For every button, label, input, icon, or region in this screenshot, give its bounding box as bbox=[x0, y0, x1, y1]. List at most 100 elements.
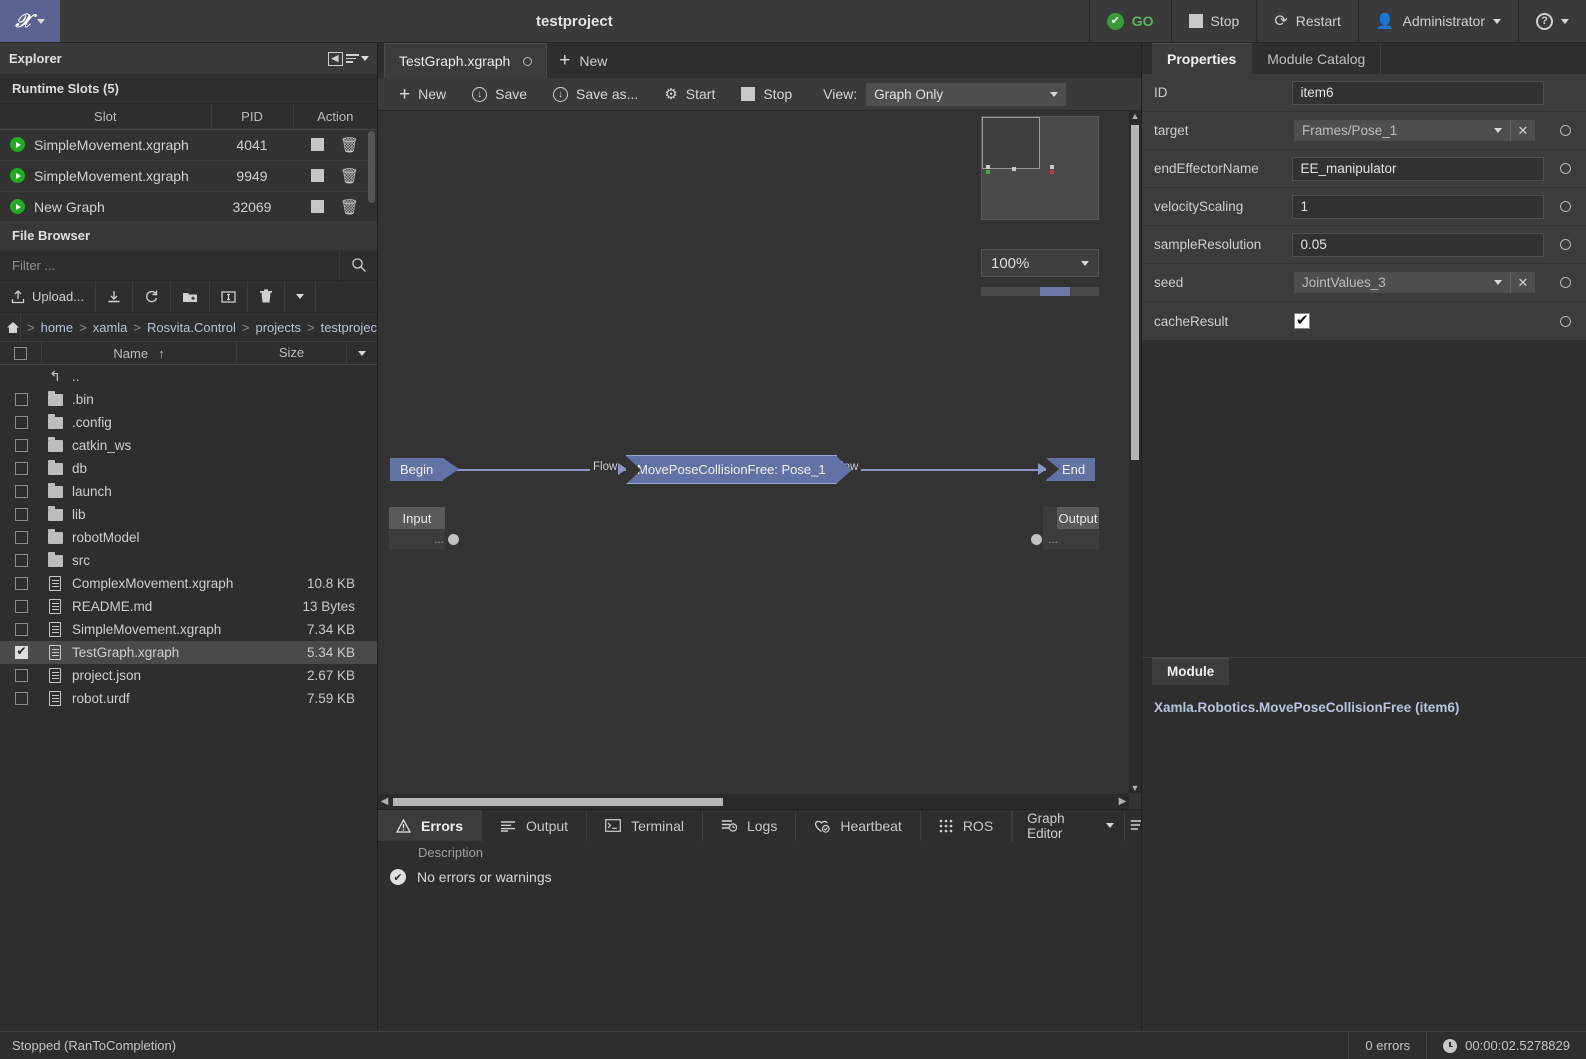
file-checkbox[interactable] bbox=[0, 416, 42, 429]
stop-button[interactable]: Stop bbox=[1170, 0, 1257, 43]
scroll-right-icon[interactable]: ▶ bbox=[1116, 796, 1129, 807]
go-button[interactable]: ✔ GO bbox=[1088, 0, 1171, 43]
graph-start-button[interactable]: ⚙ Start bbox=[651, 78, 728, 111]
list-item[interactable]: README.md 13 Bytes bbox=[0, 595, 377, 618]
tab-properties[interactable]: Properties bbox=[1152, 43, 1253, 74]
rename-button[interactable] bbox=[210, 281, 249, 312]
property-link-icon[interactable] bbox=[1559, 163, 1571, 174]
tab-ros[interactable]: ROS bbox=[921, 810, 1013, 841]
file-checkbox[interactable] bbox=[0, 531, 42, 544]
graph-canvas[interactable]: 100% Flow Flow Begin MovePoseCollisionFr… bbox=[378, 111, 1129, 793]
file-checkbox[interactable] bbox=[0, 577, 42, 590]
refresh-button[interactable] bbox=[133, 281, 172, 312]
list-item[interactable]: .bin bbox=[0, 388, 377, 411]
table-row[interactable]: SimpleMovement.xgraph 9949 🗑 bbox=[0, 160, 377, 192]
horizontal-scroll-thumb[interactable] bbox=[393, 797, 723, 806]
list-item[interactable]: robot.urdf 7.59 KB bbox=[0, 687, 377, 710]
file-columns-menu[interactable] bbox=[347, 341, 377, 365]
tab-terminal[interactable]: Terminal bbox=[587, 810, 703, 841]
list-item[interactable]: catkin_ws bbox=[0, 434, 377, 457]
view-mode-select[interactable]: Graph Only bbox=[866, 82, 1067, 106]
list-item[interactable]: lib bbox=[0, 503, 377, 526]
tab-module[interactable]: Module bbox=[1152, 657, 1230, 685]
output-port-icon[interactable] bbox=[1031, 533, 1042, 545]
clear-seed-button[interactable]: ✕ bbox=[1510, 272, 1535, 293]
stop-slot-icon[interactable] bbox=[310, 200, 324, 214]
canvas-horizontal-scrollbar[interactable]: ◀ ▶ bbox=[378, 794, 1129, 809]
tab-heartbeat[interactable]: Heartbeat bbox=[796, 810, 921, 841]
property-link-icon[interactable] bbox=[1559, 201, 1571, 212]
home-button[interactable] bbox=[6, 313, 21, 341]
graph-node-output[interactable]: Output ... bbox=[1031, 507, 1099, 549]
property-checkbox-cacheresult[interactable] bbox=[1294, 311, 1310, 329]
tab-module-catalog[interactable]: Module Catalog bbox=[1252, 43, 1382, 74]
file-checkbox[interactable] bbox=[0, 600, 42, 613]
play-icon[interactable] bbox=[10, 199, 25, 214]
list-item[interactable]: ↰.. bbox=[0, 365, 377, 388]
breadcrumb-item-home[interactable]: home bbox=[41, 320, 74, 335]
list-item[interactable]: launch bbox=[0, 480, 377, 503]
explorer-menu-button[interactable] bbox=[345, 48, 369, 70]
canvas-vertical-scrollbar[interactable]: ▲ ▼ bbox=[1129, 111, 1141, 793]
delete-button[interactable] bbox=[248, 281, 286, 312]
list-item[interactable]: db bbox=[0, 457, 377, 480]
list-item[interactable]: .config bbox=[0, 411, 377, 434]
vertical-scroll-thumb[interactable] bbox=[1131, 125, 1139, 460]
property-link-icon[interactable] bbox=[1559, 277, 1571, 288]
delete-slot-icon[interactable]: 🗑 bbox=[340, 198, 359, 216]
column-header-pid[interactable]: PID bbox=[211, 104, 294, 130]
column-header-size[interactable]: Size bbox=[237, 341, 347, 365]
download-button[interactable] bbox=[96, 281, 134, 312]
modified-indicator-icon[interactable] bbox=[523, 56, 533, 66]
column-header-slot[interactable]: Slot bbox=[0, 104, 212, 130]
play-icon[interactable] bbox=[10, 168, 25, 183]
graph-save-button[interactable]: ↓ Save bbox=[459, 78, 540, 111]
list-item[interactable]: src bbox=[0, 549, 377, 572]
file-checkbox[interactable] bbox=[0, 393, 42, 406]
property-combo-seed[interactable]: JointValues_3 bbox=[1294, 272, 1510, 293]
table-row[interactable]: New Graph 32069 🗑 bbox=[0, 191, 377, 221]
property-input-endeffectorname[interactable] bbox=[1292, 156, 1545, 181]
collapse-panel-button[interactable]: ◀ bbox=[324, 48, 346, 70]
breadcrumb-item-xamla[interactable]: xamla bbox=[93, 320, 128, 335]
property-link-icon[interactable] bbox=[1559, 125, 1571, 136]
editor-tab-testgraph[interactable]: TestGraph.xgraph bbox=[384, 43, 548, 78]
table-row[interactable]: SimpleMovement.xgraph 4041 🗑 bbox=[0, 129, 377, 161]
tab-errors[interactable]: Errors bbox=[378, 810, 483, 841]
status-errors[interactable]: 0 errors bbox=[1348, 1031, 1426, 1059]
graph-node-input[interactable]: Input ... bbox=[389, 507, 459, 549]
file-checkbox[interactable] bbox=[0, 462, 42, 475]
file-checkbox[interactable] bbox=[0, 692, 42, 705]
property-link-icon[interactable] bbox=[1559, 315, 1571, 327]
search-button[interactable] bbox=[339, 249, 377, 281]
column-header-name[interactable]: Name ↑ bbox=[42, 341, 237, 365]
graph-node-moveposecollisionfree[interactable]: MovePoseCollisionFree: Pose_1 bbox=[626, 455, 852, 484]
list-item[interactable]: ComplexMovement.xgraph 10.8 KB bbox=[0, 572, 377, 595]
graph-new-button[interactable]: + New bbox=[386, 78, 459, 111]
select-all-checkbox[interactable] bbox=[0, 341, 42, 365]
editor-selector[interactable]: Graph Editor bbox=[1013, 810, 1125, 841]
upload-button[interactable]: Upload... bbox=[0, 281, 97, 312]
scroll-left-icon[interactable]: ◀ bbox=[378, 796, 391, 807]
list-item[interactable]: TestGraph.xgraph 5.34 KB bbox=[0, 641, 377, 664]
slots-scrollbar[interactable] bbox=[368, 131, 375, 203]
file-checkbox[interactable] bbox=[0, 554, 42, 567]
property-combo-target[interactable]: Frames/Pose_1 bbox=[1294, 120, 1510, 141]
property-input-velocityscaling[interactable] bbox=[1292, 194, 1545, 219]
property-link-icon[interactable] bbox=[1559, 239, 1571, 250]
user-menu-button[interactable]: 👤 Administrator bbox=[1357, 0, 1518, 43]
input-port-icon[interactable] bbox=[448, 533, 459, 545]
list-item[interactable]: robotModel bbox=[0, 526, 377, 549]
file-checkbox[interactable] bbox=[0, 508, 42, 521]
tab-logs[interactable]: Logs bbox=[703, 810, 797, 841]
new-tab-button[interactable]: + New bbox=[547, 43, 619, 78]
list-item[interactable]: SimpleMovement.xgraph 7.34 KB bbox=[0, 618, 377, 641]
clear-target-button[interactable]: ✕ bbox=[1510, 120, 1535, 141]
more-actions-button[interactable] bbox=[285, 281, 317, 312]
app-menu-button[interactable]: 𝒳 bbox=[0, 0, 60, 42]
file-checkbox[interactable] bbox=[0, 669, 42, 682]
stop-slot-icon[interactable] bbox=[310, 138, 324, 152]
restart-button[interactable]: ⟳ Restart bbox=[1256, 0, 1358, 43]
help-menu-button[interactable]: ? bbox=[1518, 0, 1586, 43]
new-folder-button[interactable] bbox=[171, 281, 211, 312]
